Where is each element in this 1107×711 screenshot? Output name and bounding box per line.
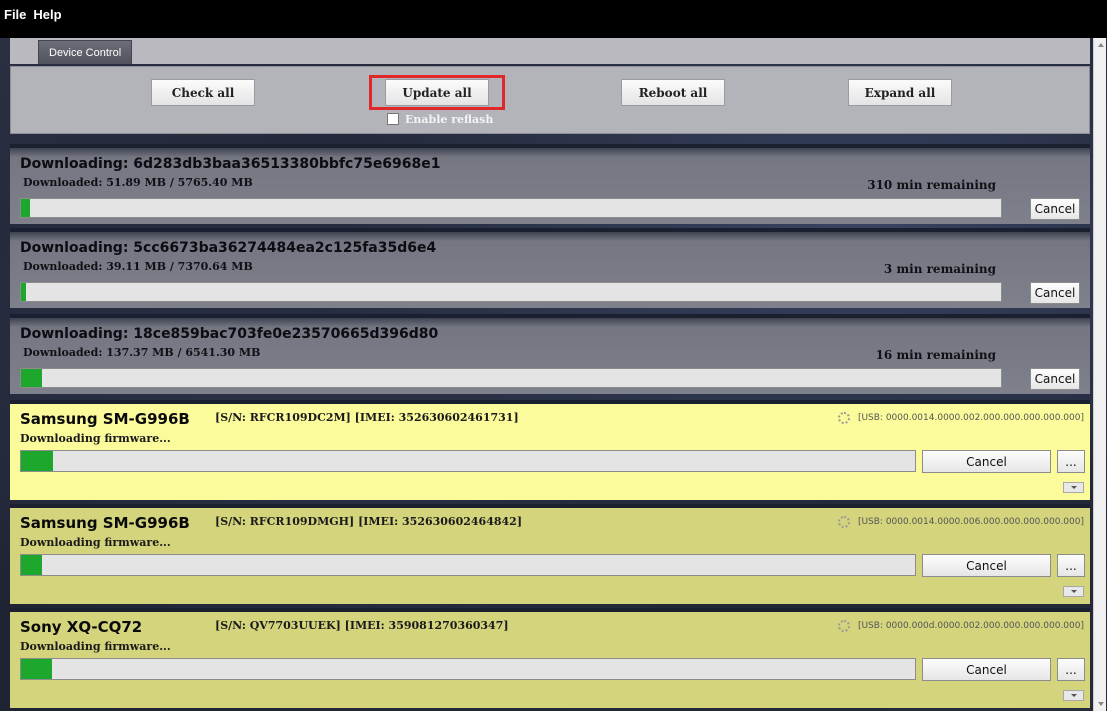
download-remaining: 16 min remaining bbox=[875, 348, 996, 362]
device-status: Downloading firmware... bbox=[20, 432, 171, 445]
device-identifiers: [S/N: RFCR109DC2M] [IMEI: 35263060246173… bbox=[215, 411, 519, 424]
download-item: Downloading: 6d283db3baa36513380bbfc75e6… bbox=[10, 144, 1090, 224]
download-progress-fill bbox=[21, 199, 30, 217]
download-cancel-button[interactable]: Cancel bbox=[1030, 368, 1080, 390]
device-status: Downloading firmware... bbox=[20, 640, 171, 653]
device-more-button[interactable]: ... bbox=[1057, 554, 1085, 577]
check-all-button[interactable]: Check all bbox=[151, 79, 255, 106]
device-status: Downloading firmware... bbox=[20, 536, 171, 549]
device-expand-button[interactable] bbox=[1063, 690, 1084, 701]
device-usb: [USB: 0000.000d.0000.002.000.000.000.000… bbox=[837, 620, 1084, 632]
arrow-up-icon bbox=[1097, 43, 1104, 47]
download-item: Downloading: 18ce859bac703fe0e23570665d3… bbox=[10, 314, 1090, 394]
device-usb-path: [USB: 0000.0014.0000.002.000.000.000.000… bbox=[857, 413, 1084, 423]
device-cancel-button[interactable]: Cancel bbox=[922, 554, 1051, 577]
download-cancel-button[interactable]: Cancel bbox=[1030, 198, 1080, 220]
enable-reflash-label: Enable reflash bbox=[405, 112, 494, 126]
download-size: Downloaded: 137.37 MB / 6541.30 MB bbox=[23, 346, 261, 359]
device-cancel-button[interactable]: Cancel bbox=[922, 658, 1051, 681]
device-name: Sony XQ-CQ72 bbox=[20, 618, 143, 636]
scroll-up-button[interactable] bbox=[1094, 38, 1107, 52]
device-identifiers: [S/N: QV7703UUEK] [IMEI: 359081270360347… bbox=[215, 619, 509, 632]
vertical-scrollbar[interactable] bbox=[1093, 38, 1106, 711]
download-size: Downloaded: 39.11 MB / 7370.64 MB bbox=[23, 260, 253, 273]
device-item[interactable]: Samsung SM-G996B [S/N: RFCR109DC2M] [IME… bbox=[10, 400, 1090, 500]
device-usb: [USB: 0000.0014.0000.002.000.000.000.000… bbox=[837, 412, 1084, 424]
download-title: Downloading: 6d283db3baa36513380bbfc75e6… bbox=[20, 156, 441, 172]
device-progress-fill bbox=[21, 659, 53, 679]
device-more-button[interactable]: ... bbox=[1057, 658, 1085, 681]
download-progress-fill bbox=[21, 283, 26, 301]
download-item: Downloading: 5cc6673ba36274484ea2c125fa3… bbox=[10, 228, 1090, 308]
download-progress-bar bbox=[20, 282, 1002, 302]
device-name: Samsung SM-G996B bbox=[20, 514, 190, 532]
device-usb-path: [USB: 0000.000d.0000.002.000.000.000.000… bbox=[857, 621, 1084, 631]
device-usb-path: [USB: 0000.0014.0000.006.000.000.000.000… bbox=[857, 517, 1084, 527]
device-cancel-button[interactable]: Cancel bbox=[922, 450, 1051, 473]
device-identifiers: [S/N: RFCR109DMGH] [IMEI: 35263060246484… bbox=[215, 515, 523, 528]
tab-bar: Device Control bbox=[10, 38, 1090, 64]
enable-reflash-toggle[interactable]: Enable reflash bbox=[387, 111, 493, 127]
device-progress-bar bbox=[20, 658, 916, 680]
device-expand-button[interactable] bbox=[1063, 482, 1084, 493]
app-window: Device Control Check all Update all Enab… bbox=[0, 38, 1107, 711]
download-progress-bar bbox=[20, 198, 1002, 218]
download-title: Downloading: 18ce859bac703fe0e23570665d3… bbox=[20, 326, 439, 342]
menu-file[interactable]: File bbox=[4, 7, 26, 22]
menu-help[interactable]: Help bbox=[33, 7, 61, 22]
chevron-down-icon bbox=[1070, 486, 1077, 489]
device-expand-button[interactable] bbox=[1063, 586, 1084, 597]
download-remaining: 3 min remaining bbox=[883, 262, 996, 276]
download-remaining: 310 min remaining bbox=[867, 178, 996, 192]
device-progress-bar bbox=[20, 450, 916, 472]
download-progress-bar bbox=[20, 368, 1002, 388]
scroll-down-button[interactable] bbox=[1094, 697, 1107, 711]
spinner-icon bbox=[837, 412, 850, 424]
reboot-all-button[interactable]: Reboot all bbox=[621, 79, 725, 106]
device-progress-bar bbox=[20, 554, 916, 576]
device-more-button[interactable]: ... bbox=[1057, 450, 1085, 473]
download-size: Downloaded: 51.89 MB / 5765.40 MB bbox=[23, 176, 253, 189]
device-usb: [USB: 0000.0014.0000.006.000.000.000.000… bbox=[837, 516, 1084, 528]
download-cancel-button[interactable]: Cancel bbox=[1030, 282, 1080, 304]
device-item[interactable]: Sony XQ-CQ72 [S/N: QV7703UUEK] [IMEI: 35… bbox=[10, 608, 1090, 708]
menu-bar: File Help bbox=[0, 0, 1107, 38]
device-control-panel: Check all Update all Enable reflash Rebo… bbox=[10, 66, 1090, 134]
download-title: Downloading: 5cc6673ba36274484ea2c125fa3… bbox=[20, 240, 437, 256]
device-item[interactable]: Samsung SM-G996B [S/N: RFCR109DMGH] [IME… bbox=[10, 504, 1090, 604]
spinner-icon bbox=[837, 516, 850, 528]
chevron-down-icon bbox=[1070, 694, 1077, 697]
chevron-down-icon bbox=[1070, 590, 1077, 593]
expand-all-button[interactable]: Expand all bbox=[848, 79, 952, 106]
download-progress-fill bbox=[21, 369, 42, 387]
enable-reflash-checkbox[interactable] bbox=[387, 113, 399, 125]
update-all-button[interactable]: Update all bbox=[385, 79, 489, 106]
device-name: Samsung SM-G996B bbox=[20, 410, 190, 428]
spinner-icon bbox=[837, 620, 850, 632]
arrow-down-icon bbox=[1097, 702, 1104, 706]
device-progress-fill bbox=[21, 451, 54, 471]
tab-device-control[interactable]: Device Control bbox=[38, 40, 133, 64]
device-progress-fill bbox=[21, 555, 43, 575]
